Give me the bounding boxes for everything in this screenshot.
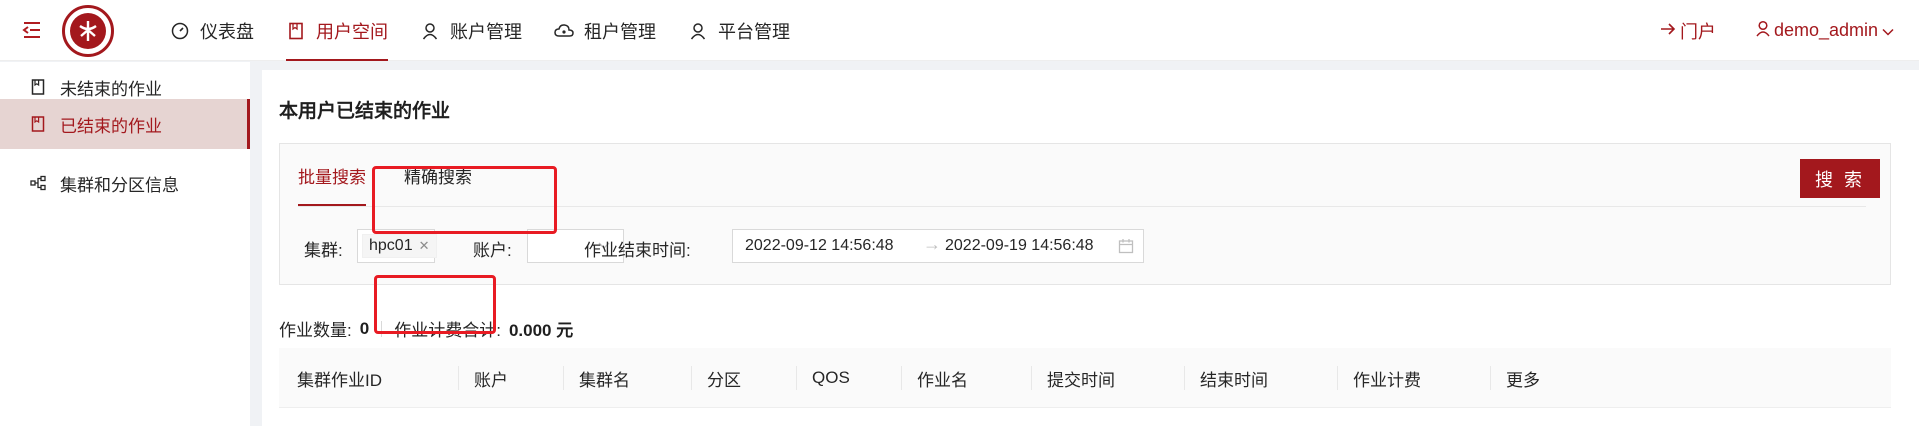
cluster-tag-label: hpc01 [369, 237, 413, 254]
job-count-label: 作业数量: [279, 321, 352, 340]
arrow-right-icon [1660, 20, 1676, 41]
user-icon [1756, 20, 1770, 42]
nav-label: 租户管理 [584, 21, 656, 42]
range-start-input[interactable]: 2022-09-12 14:56:48 [745, 237, 894, 255]
chevron-down-icon [1882, 20, 1894, 41]
menu-fold-icon[interactable] [22, 21, 42, 39]
column-divider [1031, 366, 1032, 390]
column-header-qos[interactable]: QOS [812, 348, 850, 408]
sidebar-item-label: 集群和分区信息 [60, 175, 179, 195]
page-title: 本用户已结束的作业 [279, 101, 451, 122]
sidebar-item-label: 已结束的作业 [60, 116, 162, 136]
portal-label: 门户 [1679, 21, 1716, 42]
job-count-value: 0 [359, 318, 370, 338]
cluster-tag: hpc01 ✕ [362, 234, 437, 258]
column-divider [1337, 366, 1338, 390]
cloud-icon [554, 21, 574, 41]
university-logo[interactable] [62, 5, 114, 57]
dashboard-icon [170, 21, 190, 41]
column-header-submit-time[interactable]: 提交时间 [1047, 348, 1115, 408]
column-divider [1490, 366, 1491, 390]
column-header-end-time[interactable]: 结束时间 [1200, 348, 1268, 408]
cluster-select[interactable]: hpc01 ✕ [357, 229, 437, 263]
sidebar-item-label: 未结束的作业 [60, 79, 162, 99]
end-time-label: 作业结束时间: [584, 241, 691, 260]
main-nav: 仪表盘 用户空间 账户管理 租户管理 平台管理 [170, 0, 822, 61]
arrow-right-icon: → [923, 234, 941, 254]
column-divider [691, 366, 692, 390]
logo-emblem [70, 13, 106, 49]
column-divider [1184, 366, 1185, 390]
end-time-range-picker[interactable]: 2022-09-12 14:56:48 → 2022-09-19 14:56:4… [732, 229, 1144, 263]
jobs-table-header: 集群作业ID 账户 集群名 分区 QOS 作业名 提交时间 结束时间 作业计费 … [279, 348, 1891, 408]
column-header-more[interactable]: 更多 [1506, 348, 1540, 408]
user-icon [420, 21, 440, 41]
column-header-cluster-job-id[interactable]: 集群作业ID [297, 348, 382, 408]
job-cost-value: 0.000 元 [508, 321, 574, 340]
sidebar-item-cluster-info[interactable]: 集群和分区信息 [0, 158, 250, 208]
nav-label: 账户管理 [450, 21, 522, 42]
book-icon [30, 115, 46, 133]
column-header-cluster-name[interactable]: 集群名 [579, 348, 630, 408]
cluster-label: 集群: [304, 241, 343, 260]
user-menu[interactable]: demo_admin [1756, 20, 1894, 42]
column-header-job-cost[interactable]: 作业计费 [1353, 348, 1421, 408]
tab-batch-search[interactable]: 批量搜索 [298, 144, 366, 206]
column-header-account[interactable]: 账户 [474, 348, 508, 408]
highlight-box-account-filter [372, 166, 557, 234]
nav-dashboard[interactable]: 仪表盘 [170, 0, 284, 61]
highlight-box-account-column [374, 275, 496, 334]
calendar-icon [1118, 238, 1134, 254]
nav-label: 仪表盘 [200, 21, 254, 42]
column-divider [796, 366, 797, 390]
column-header-partition[interactable]: 分区 [707, 348, 741, 408]
cluster-icon [30, 174, 46, 192]
main-content: 本用户已结束的作业 批量搜索 精确搜索 搜 索 集群: hpc01 ✕ 账户: … [262, 70, 1919, 426]
book-icon [286, 21, 306, 41]
column-header-job-name[interactable]: 作业名 [917, 348, 968, 408]
sidebar: 未结束的作业 已结束的作业 集群和分区信息 [0, 62, 250, 426]
range-end-input[interactable]: 2022-09-19 14:56:48 [945, 237, 1094, 255]
user-icon [688, 21, 708, 41]
nav-platform-management[interactable]: 平台管理 [688, 0, 820, 61]
username-label: demo_admin [1773, 20, 1878, 40]
header-right: 门户 demo_admin [1660, 0, 1894, 61]
nav-user-space[interactable]: 用户空间 [286, 0, 418, 61]
nav-tenant-management[interactable]: 租户管理 [554, 0, 686, 61]
sidebar-item-finished-jobs[interactable]: 已结束的作业 [0, 99, 250, 149]
book-icon [30, 78, 46, 96]
account-label: 账户: [473, 241, 512, 260]
nav-label: 平台管理 [718, 21, 790, 42]
search-button[interactable]: 搜 索 [1800, 159, 1880, 198]
column-divider [901, 366, 902, 390]
close-icon[interactable]: ✕ [419, 238, 430, 254]
nav-account-management[interactable]: 账户管理 [420, 0, 552, 61]
nav-label: 用户空间 [316, 21, 388, 42]
top-header: 仪表盘 用户空间 账户管理 租户管理 平台管理 门户 demo_admin [0, 0, 1919, 61]
column-divider [563, 366, 564, 390]
column-divider [458, 366, 459, 390]
portal-link[interactable]: 门户 [1660, 18, 1716, 44]
